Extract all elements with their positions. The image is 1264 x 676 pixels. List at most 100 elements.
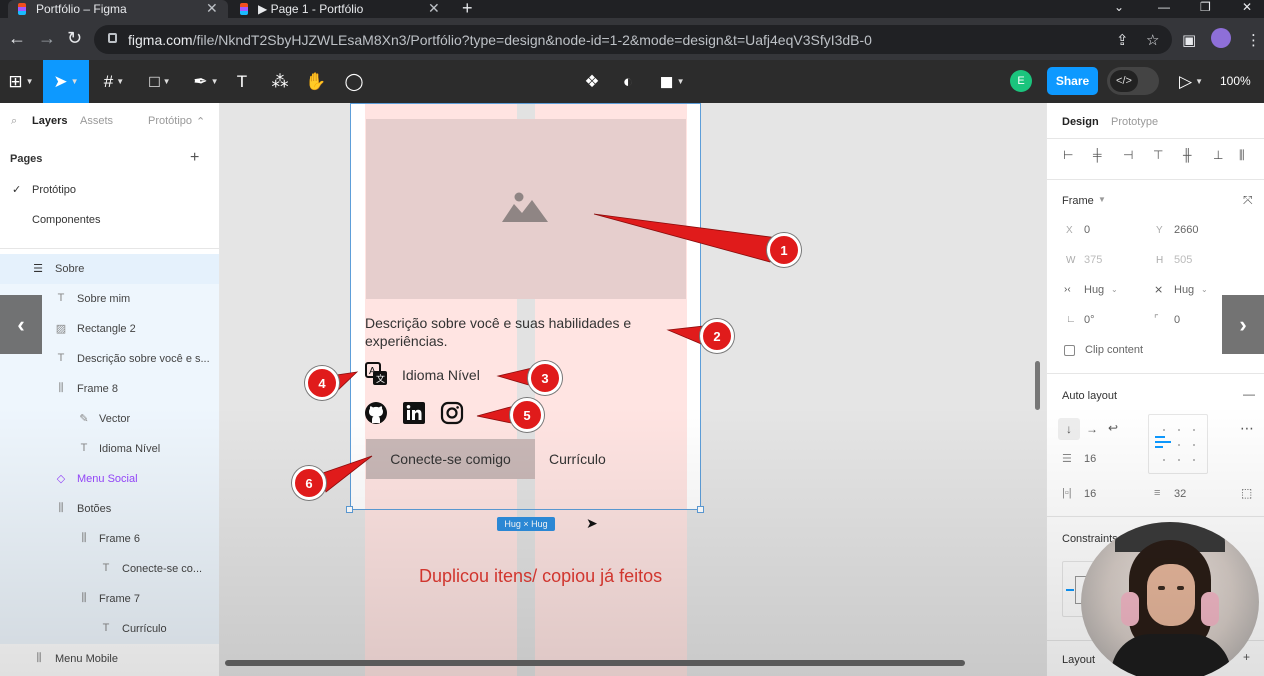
wrap-icon[interactable]: ↩ <box>1108 421 1118 435</box>
close-tab-icon[interactable]: ✕ <box>206 0 218 17</box>
direction-vertical-icon[interactable]: ↓ <box>1058 418 1080 440</box>
align-center-h-icon[interactable]: ╪ <box>1093 148 1102 162</box>
frame-section-title[interactable]: Frame <box>1062 195 1094 207</box>
sidepanel-icon[interactable]: ▣ <box>1182 31 1196 49</box>
resources-button[interactable]: ⁂ <box>266 60 294 103</box>
add-grid-icon[interactable]: + <box>1243 650 1250 664</box>
zoom-level[interactable]: 100% <box>1220 74 1251 88</box>
move-tool-button[interactable]: ➤ ▼ <box>43 60 89 103</box>
chevron-down-icon[interactable]: ⌄ <box>1111 285 1118 294</box>
frame-tool-button[interactable]: # ▼ <box>92 60 136 103</box>
height-field[interactable]: 505 <box>1174 254 1192 266</box>
close-window-icon[interactable]: ✕ <box>1242 0 1252 14</box>
layer-item[interactable]: ◇ Menu Social <box>0 464 219 494</box>
layer-item[interactable]: ⫼ Menu Mobile <box>0 644 219 674</box>
tab-prototype[interactable]: ▶ Page 1 - Portfólio ✕ <box>230 0 450 18</box>
next-slide-button[interactable]: › <box>1222 295 1264 354</box>
clip-content-checkbox[interactable] <box>1064 345 1075 356</box>
layer-item[interactable]: ☰ Sobre <box>0 254 219 284</box>
distribute-icon[interactable]: ⫼ <box>1239 148 1245 163</box>
tab-figma[interactable]: Portfólio – Figma ✕ <box>8 0 228 18</box>
chevron-down-icon[interactable]: ⌄ <box>1201 285 1208 294</box>
padding-h-field[interactable]: 16 <box>1084 488 1096 500</box>
add-page-icon[interactable]: + <box>190 149 199 167</box>
minimize-icon[interactable]: — <box>1158 0 1170 14</box>
layer-item[interactable]: ⫼ Botões <box>0 494 219 524</box>
main-menu-button[interactable]: ⊞ ▼ <box>0 60 42 103</box>
image-icon: ▨ <box>55 323 67 335</box>
profile-avatar-icon[interactable] <box>1211 28 1231 48</box>
page-selector[interactable]: Protótipo <box>148 115 192 127</box>
tab-layers[interactable]: Layers <box>32 115 67 127</box>
page-item-componentes[interactable]: Componentes <box>32 214 101 226</box>
rotation-field[interactable]: 0° <box>1084 314 1095 326</box>
mask-button[interactable]: ◐ <box>614 60 642 103</box>
layer-item[interactable]: T Conecte-se co... <box>0 554 219 584</box>
previous-slide-button[interactable]: ‹ <box>0 295 42 354</box>
component-button[interactable]: ❖ <box>578 60 606 103</box>
divider <box>1047 516 1264 517</box>
bookmark-star-icon[interactable]: ☆ <box>1146 31 1159 49</box>
shape-tool-button[interactable]: □ ▼ <box>138 60 182 103</box>
remove-autolayout-icon[interactable]: — <box>1243 387 1255 401</box>
x-field[interactable]: 0 <box>1084 224 1090 236</box>
url-field[interactable]: figma.com/file/NkndT2SbyHJZWLEsaM8Xn3/Po… <box>94 25 1172 54</box>
align-right-icon[interactable]: ⊣ <box>1123 148 1133 162</box>
individual-padding-icon[interactable]: ⬚ <box>1241 486 1252 500</box>
chevron-up-icon[interactable]: ⌃ <box>196 115 205 128</box>
vertical-scrollbar[interactable] <box>1035 361 1040 410</box>
more-options-icon[interactable]: ⋯ <box>1240 420 1254 437</box>
boolean-button[interactable]: ◼ ▼ <box>654 60 690 103</box>
resize-handle[interactable] <box>697 506 704 513</box>
tab-design[interactable]: Design <box>1062 116 1099 128</box>
present-button[interactable]: ▷ ▼ <box>1174 60 1208 103</box>
height-mode-select[interactable]: Hug <box>1174 284 1194 296</box>
layer-item[interactable]: ⫼ Frame 7 <box>0 584 219 614</box>
back-icon[interactable]: ← <box>8 28 26 49</box>
share-page-icon[interactable]: ⇪ <box>1116 31 1129 49</box>
text-tool-button[interactable]: T <box>228 60 256 103</box>
layer-item[interactable]: ⫼ Frame 6 <box>0 524 219 554</box>
align-left-icon[interactable]: ⊢ <box>1063 148 1073 162</box>
page-item-prototipo[interactable]: Protótipo <box>32 184 76 196</box>
tab-prototype[interactable]: Prototype <box>1111 116 1158 128</box>
direction-horizontal-icon[interactable]: → <box>1086 422 1098 436</box>
new-tab-icon[interactable]: + <box>462 0 473 19</box>
radius-field[interactable]: 0 <box>1174 314 1180 326</box>
dev-mode-toggle[interactable]: </> <box>1107 67 1159 95</box>
search-icon[interactable]: ⌕ <box>11 115 17 128</box>
tab-search-icon[interactable]: ⌄ <box>1114 0 1124 14</box>
reload-icon[interactable]: ↻ <box>67 28 82 49</box>
autolayout-icon: ⫼ <box>81 532 87 544</box>
h-label: H <box>1156 255 1164 266</box>
align-bottom-icon[interactable]: ⊥ <box>1213 148 1223 162</box>
chevron-down-icon[interactable]: ▼ <box>1098 195 1106 204</box>
comment-tool-button[interactable]: ◯ <box>340 60 368 103</box>
padding-v-field[interactable]: 32 <box>1174 488 1186 500</box>
share-button[interactable]: Share <box>1047 67 1098 95</box>
layer-item[interactable]: ⫼ Frame 8 <box>0 374 219 404</box>
resize-to-fit-icon[interactable]: ⤧ <box>1243 193 1253 208</box>
y-field[interactable]: 2660 <box>1174 224 1198 236</box>
width-field[interactable]: 375 <box>1084 254 1102 266</box>
align-top-icon[interactable]: ⊤ <box>1153 148 1163 162</box>
restore-icon[interactable]: ❐ <box>1200 0 1211 14</box>
alignment-grid[interactable] <box>1148 414 1208 474</box>
layer-item[interactable]: T Idioma Nível <box>0 434 219 464</box>
resize-handle[interactable] <box>346 506 353 513</box>
forward-icon[interactable]: → <box>38 28 56 49</box>
pen-tool-button[interactable]: ✒ ▼ <box>184 60 228 103</box>
align-center-v-icon[interactable]: ╫ <box>1183 148 1192 162</box>
width-mode-select[interactable]: Hug <box>1084 284 1104 296</box>
y-label: Y <box>1156 225 1163 236</box>
design-canvas[interactable]: Descrição sobre você e suas habilidades … <box>220 103 1046 676</box>
layer-item[interactable]: T Currículo <box>0 614 219 644</box>
horizontal-scrollbar[interactable] <box>225 660 965 666</box>
close-tab-icon[interactable]: ✕ <box>428 0 440 17</box>
gap-field[interactable]: 16 <box>1084 453 1096 465</box>
tab-assets[interactable]: Assets <box>80 115 113 127</box>
user-avatar[interactable]: E <box>1010 70 1032 92</box>
layer-item[interactable]: ✎ Vector <box>0 404 219 434</box>
hand-tool-button[interactable]: ✋ <box>302 60 330 103</box>
browser-menu-icon[interactable]: ⋮ <box>1246 31 1261 49</box>
